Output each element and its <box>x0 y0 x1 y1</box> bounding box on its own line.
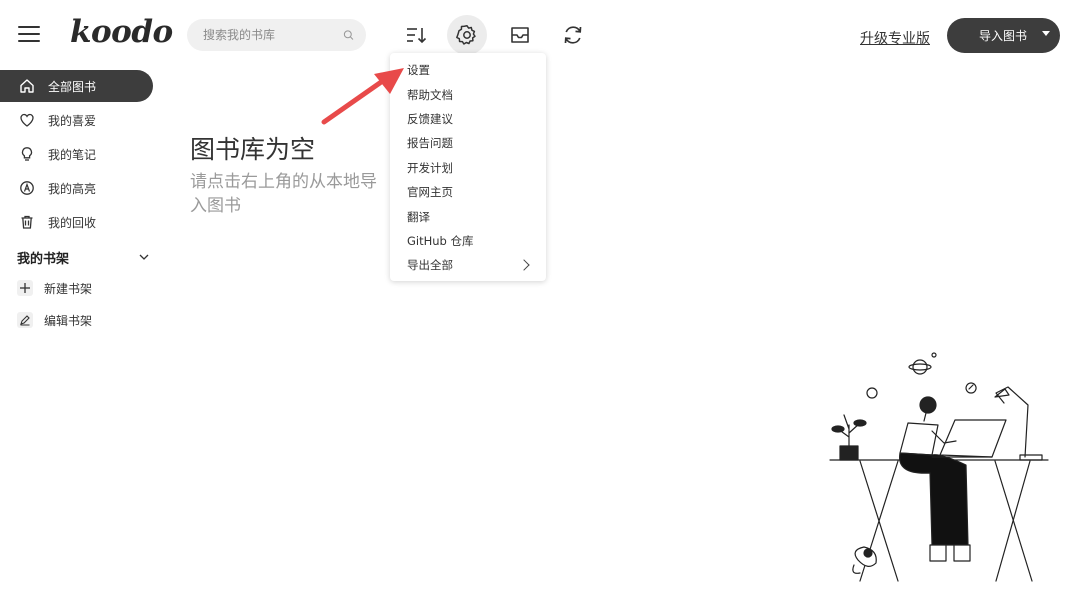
sync-icon <box>564 26 582 44</box>
hamburger-line <box>18 26 40 28</box>
upgrade-pro-link[interactable]: 升级专业版 <box>860 28 930 48</box>
highlight-icon <box>18 179 36 197</box>
inbox-button[interactable] <box>507 22 533 48</box>
sidebar-item-label: 我的喜爱 <box>48 113 97 128</box>
shelf-header-label: 我的书架 <box>17 251 70 267</box>
menu-item-help-docs[interactable]: 帮助文档 <box>390 82 546 106</box>
search-icon[interactable] <box>343 27 354 43</box>
sidebar-item-label: 我的笔记 <box>48 147 97 162</box>
empty-state-illustration <box>829 352 1049 582</box>
hamburger-line <box>18 40 40 42</box>
new-shelf-label: 新建书架 <box>44 281 93 296</box>
empty-library-title: 图书库为空 <box>190 135 316 164</box>
app-logo: koodo <box>70 14 173 50</box>
sidebar-item-all-books[interactable]: 全部图书 <box>0 70 153 102</box>
search-box[interactable] <box>187 19 366 51</box>
menu-item-website[interactable]: 官网主页 <box>390 180 546 204</box>
sidebar-item-label: 我的回收 <box>48 215 97 230</box>
gear-icon <box>456 25 476 45</box>
heart-icon <box>18 111 36 129</box>
chevron-right-icon <box>518 259 530 271</box>
sort-button[interactable] <box>403 22 429 48</box>
export-all-label: 导出全部 <box>407 258 453 273</box>
chevron-down-icon[interactable] <box>138 251 150 263</box>
sidebar-item-notes[interactable]: 我的笔记 <box>0 138 160 170</box>
sort-icon <box>407 28 427 44</box>
sidebar: 全部图书 我的喜爱 我的笔记 我的高亮 我的回收 我的书架 新建书架 编辑书架 <box>0 70 160 336</box>
inbox-icon <box>511 27 529 43</box>
import-books-label: 导入图书 <box>979 29 1028 43</box>
menu-item-settings[interactable]: 设置 <box>390 58 546 82</box>
empty-library-description: 请点击右上角的从本地导入图书 <box>190 172 377 216</box>
menu-item-roadmap[interactable]: 开发计划 <box>390 156 546 180</box>
plus-icon <box>17 280 33 296</box>
sync-button[interactable] <box>560 22 586 48</box>
edit-shelf-button[interactable]: 编辑书架 <box>0 304 160 336</box>
lightbulb-icon <box>18 145 36 163</box>
settings-dropdown-menu: 设置 帮助文档 反馈建议 报告问题 开发计划 官网主页 翻译 GitHub 仓库… <box>390 53 546 281</box>
sidebar-item-label: 全部图书 <box>48 79 97 94</box>
menu-toggle-button[interactable] <box>18 26 40 46</box>
menu-item-github-repo[interactable]: GitHub 仓库 <box>390 229 546 253</box>
edit-shelf-label: 编辑书架 <box>44 313 93 328</box>
sidebar-item-label: 我的高亮 <box>48 181 97 196</box>
menu-item-feedback[interactable]: 反馈建议 <box>390 107 546 131</box>
trash-icon <box>18 213 36 231</box>
menu-item-translate[interactable]: 翻译 <box>390 204 546 228</box>
menu-item-report-issue[interactable]: 报告问题 <box>390 131 546 155</box>
caret-down-icon[interactable] <box>1042 31 1050 36</box>
hamburger-line <box>18 33 40 35</box>
shelf-section-header[interactable]: 我的书架 <box>0 242 150 272</box>
annotation-arrow-icon <box>321 68 404 125</box>
sidebar-item-trash[interactable]: 我的回收 <box>0 206 160 238</box>
pencil-icon <box>17 312 33 328</box>
import-books-button[interactable]: 导入图书 <box>947 18 1060 53</box>
home-icon <box>18 77 36 95</box>
menu-item-export-all[interactable]: 导出全部 <box>390 253 546 277</box>
new-shelf-button[interactable]: 新建书架 <box>0 272 160 304</box>
settings-button[interactable] <box>447 15 487 55</box>
sidebar-item-highlights[interactable]: 我的高亮 <box>0 172 160 204</box>
sidebar-item-favorites[interactable]: 我的喜爱 <box>0 104 160 136</box>
search-input[interactable] <box>203 28 343 42</box>
